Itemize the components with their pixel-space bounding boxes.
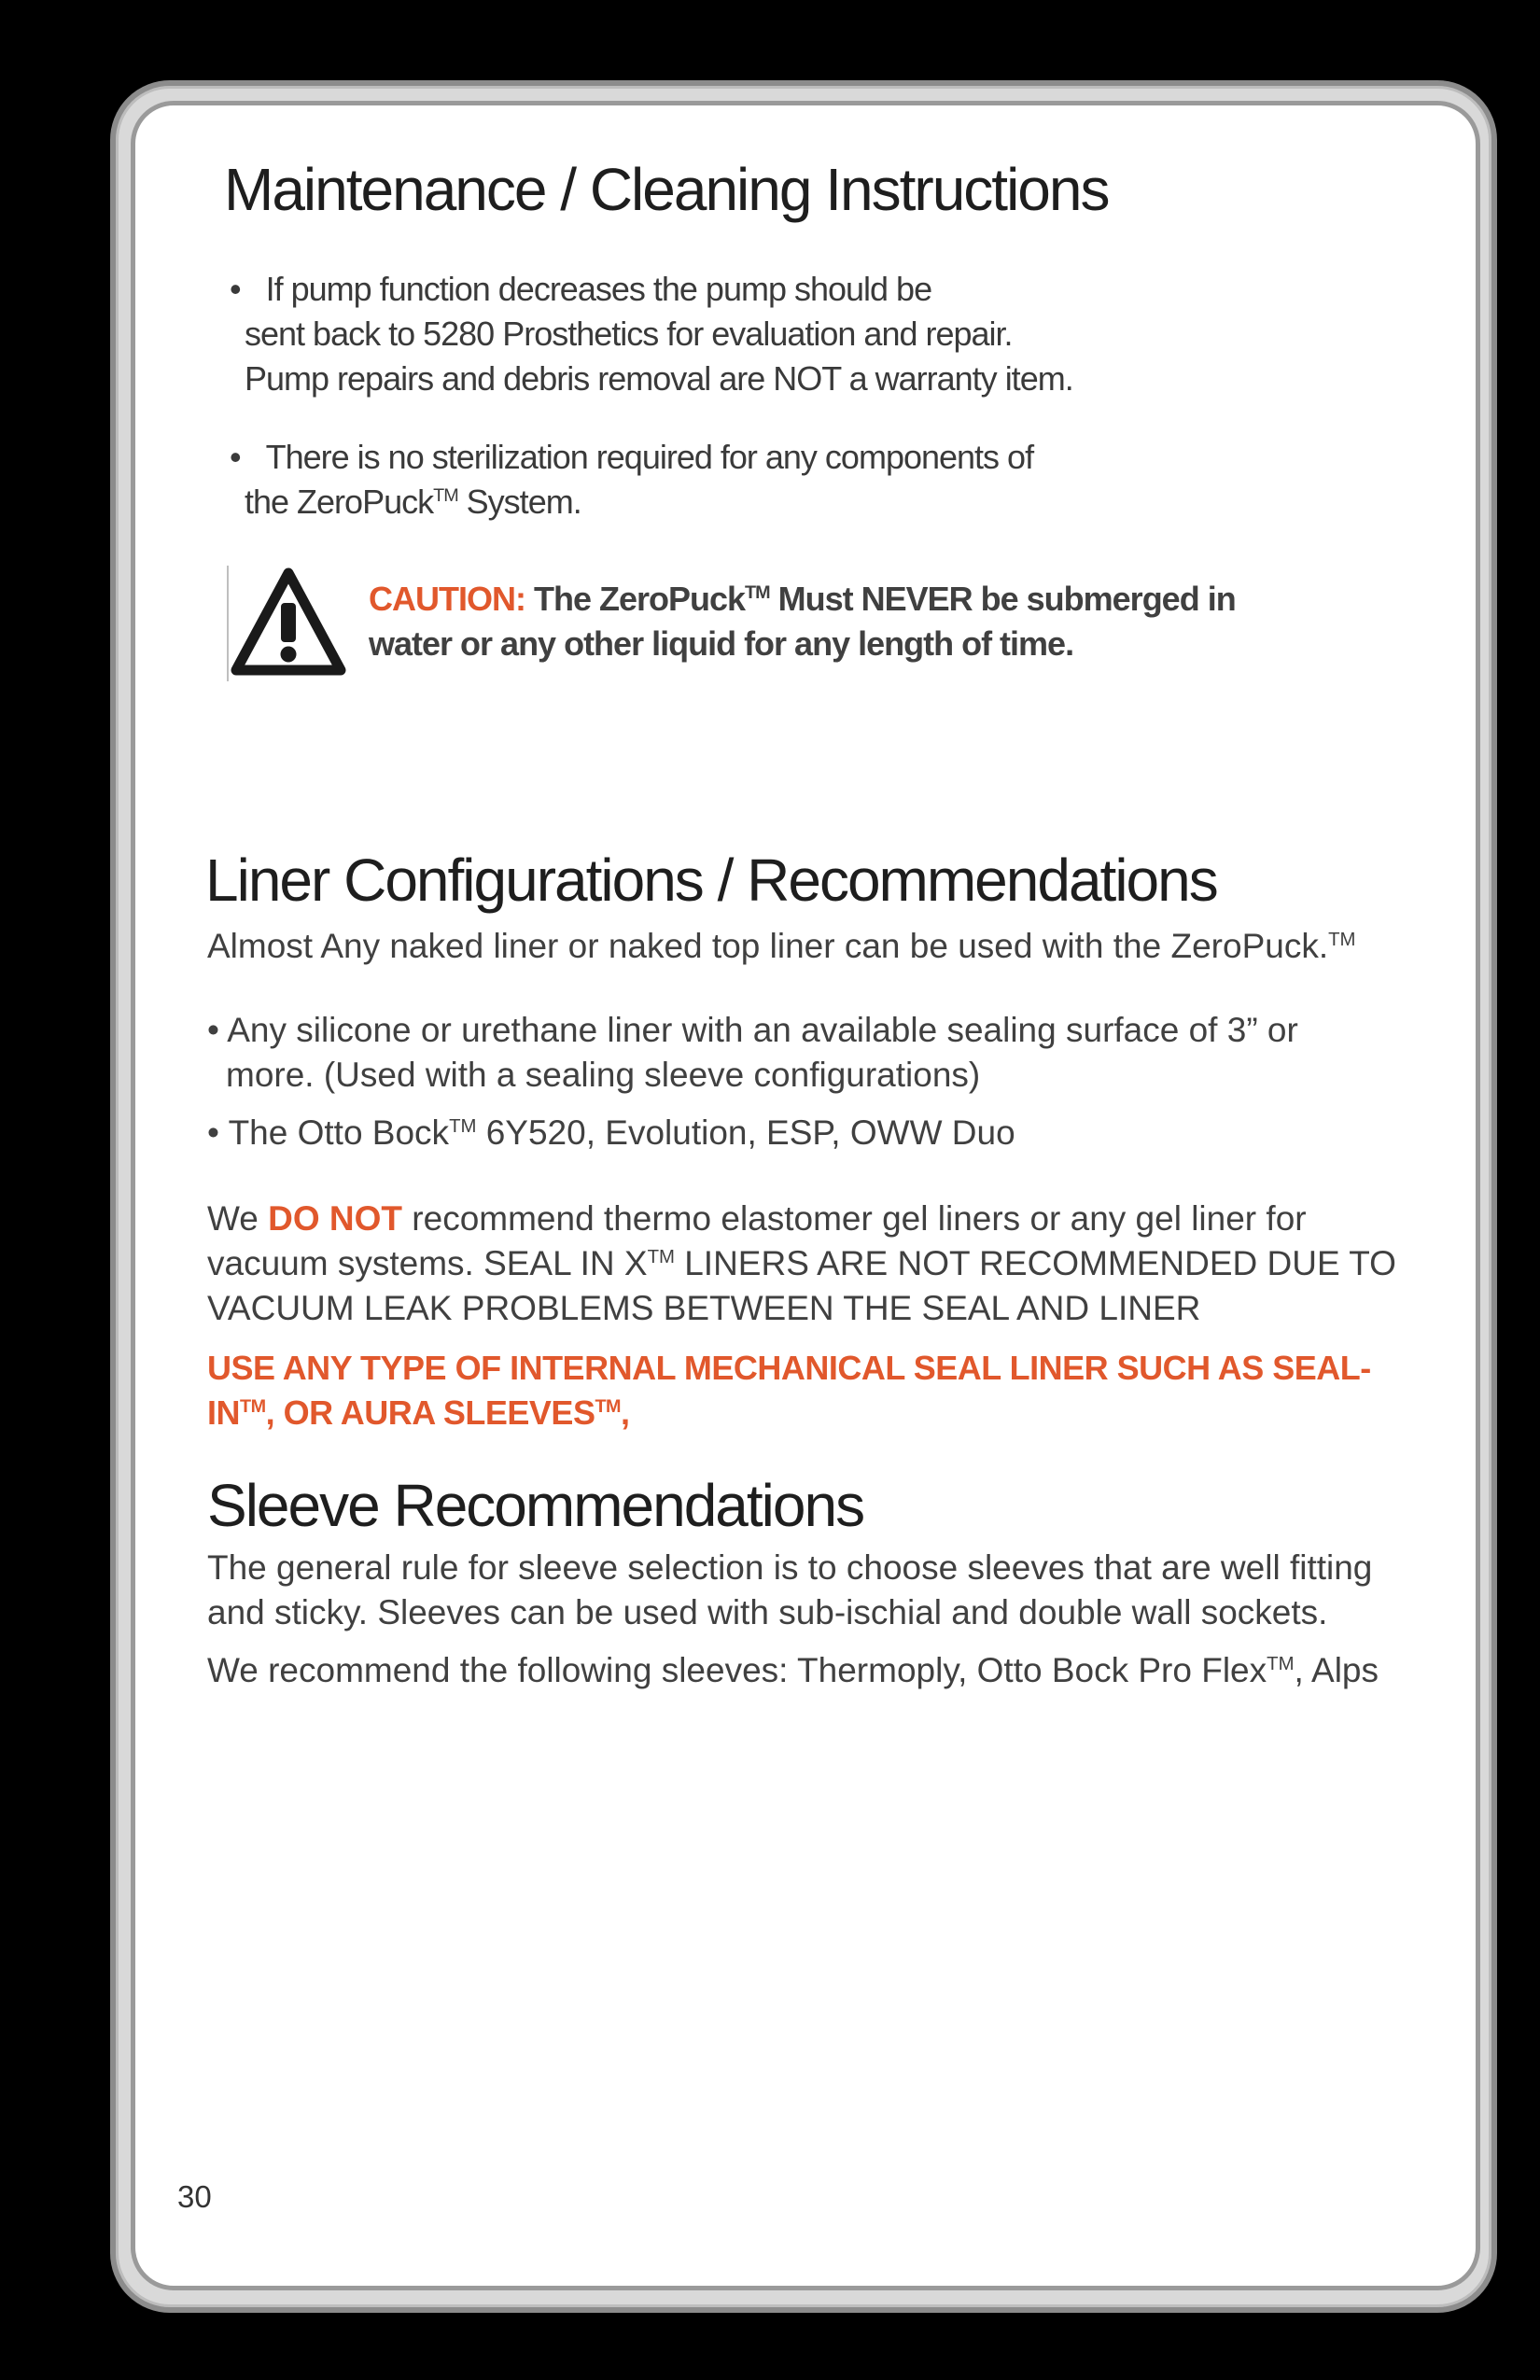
bullet-marker: • <box>230 270 242 308</box>
liner-bullet-1: • Any silicone or urethane liner with an… <box>207 1011 1298 1094</box>
warning-triangle-icon <box>231 567 346 676</box>
bullet-marker: • <box>230 438 242 476</box>
caution-label: CAUTION: <box>369 580 526 618</box>
maintenance-bullet-1: • If pump function decreases the pump sh… <box>230 270 1074 398</box>
page-frame <box>131 101 1480 2290</box>
sleeve-title: Sleeve Recommendations <box>207 1472 865 1539</box>
maintenance-title: Maintenance / Cleaning Instructions <box>224 156 1110 223</box>
sleeve-recommendation: We recommend the following sleeves: Ther… <box>207 1651 1379 1689</box>
maintenance-bullet-2: • There is no sterilization required for… <box>230 438 1034 521</box>
caution-text: CAUTION: The ZeroPuckTM Must NEVER be su… <box>369 580 1237 663</box>
page-number: 30 <box>177 2179 212 2214</box>
do-not-emphasis: DO NOT <box>268 1199 403 1238</box>
liner-use-note: USE ANY TYPE OF INTERNAL MECHANICAL SEAL… <box>207 1349 1371 1432</box>
liner-bullet-2: • The Otto BockTM 6Y520, Evolution, ESP,… <box>207 1113 1015 1152</box>
liner-intro: Almost Any naked liner or naked top line… <box>207 927 1356 965</box>
sleeve-rule: The general rule for sleeve selection is… <box>207 1548 1373 1631</box>
liner-warning: We DO NOT recommend thermo elastomer gel… <box>207 1199 1396 1327</box>
liner-title: Liner Configurations / Recommendations <box>205 847 1219 914</box>
